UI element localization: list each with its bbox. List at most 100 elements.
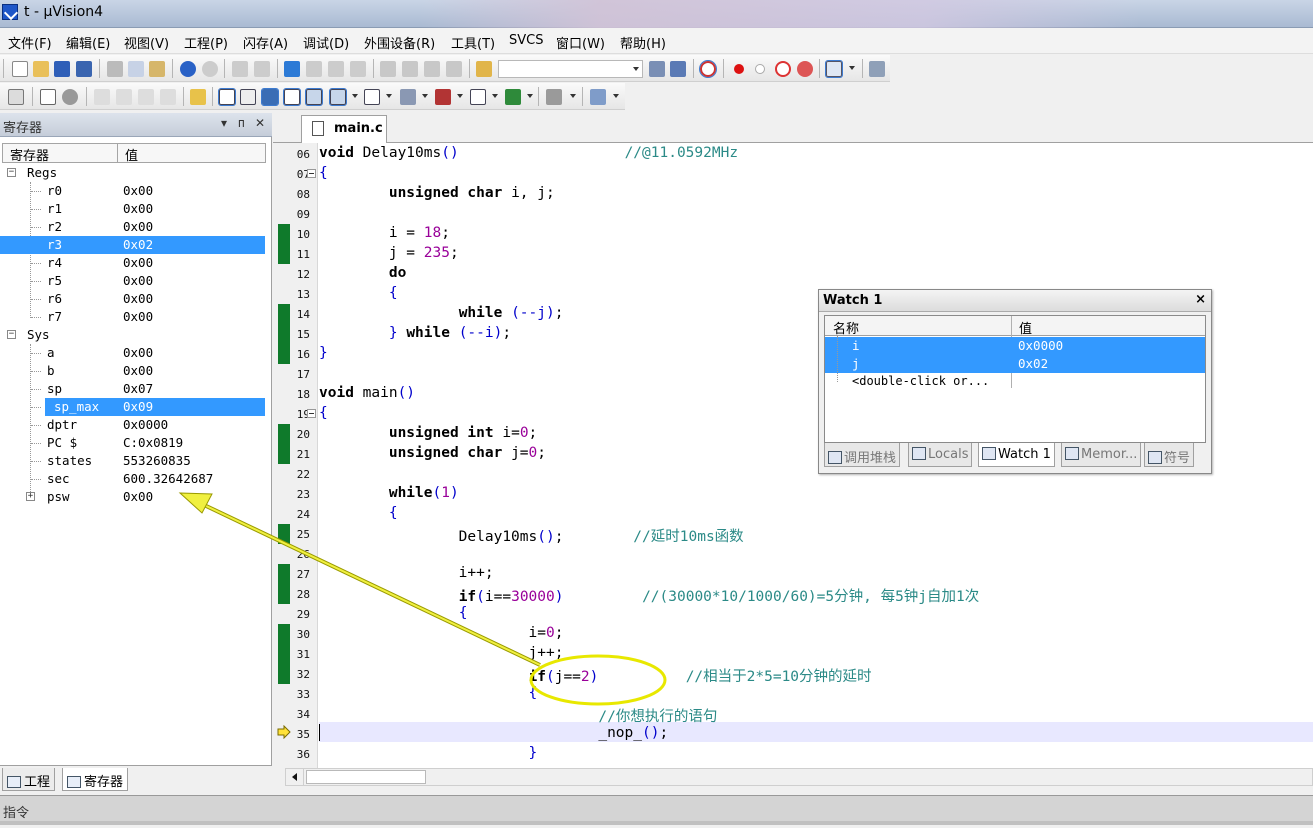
- tab-memory[interactable]: Memor...: [1061, 443, 1142, 467]
- register-value[interactable]: 0x00: [123, 273, 153, 288]
- run-icon[interactable]: [40, 89, 56, 105]
- navigate-back-icon[interactable]: [232, 61, 248, 77]
- code-line[interactable]: {: [319, 284, 398, 304]
- register-value[interactable]: 0x00: [123, 345, 153, 360]
- register-value[interactable]: 0x00: [123, 489, 153, 504]
- copy-icon[interactable]: [128, 61, 144, 77]
- bookmark-icon[interactable]: [284, 61, 300, 77]
- show-next-statement-icon[interactable]: [190, 89, 206, 105]
- watch-row-j[interactable]: j 0x02: [825, 355, 1205, 373]
- disassembly-window-icon[interactable]: [240, 89, 256, 105]
- code-line[interactable]: void main(): [319, 384, 415, 404]
- code-line[interactable]: do: [319, 264, 406, 284]
- line-number[interactable]: 06: [276, 144, 310, 164]
- code-line[interactable]: i=0;: [319, 624, 564, 644]
- code-line[interactable]: {: [319, 164, 328, 184]
- open-folder-icon[interactable]: [33, 61, 49, 77]
- indent-icon[interactable]: [380, 61, 396, 77]
- watch-col-value[interactable]: 值: [1019, 318, 1032, 337]
- incremental-find-icon[interactable]: [670, 61, 686, 77]
- fold-toggle-icon[interactable]: [307, 169, 316, 178]
- tab-locals[interactable]: Locals: [908, 443, 973, 467]
- disable-breakpoints-icon[interactable]: [775, 61, 791, 77]
- register-value[interactable]: 0x00: [123, 201, 153, 216]
- watch-row-i[interactable]: i 0x0000: [825, 337, 1205, 355]
- register-row-a[interactable]: a 0x00: [0, 344, 265, 362]
- register-row-r5[interactable]: r5 0x00: [0, 272, 265, 290]
- code-line[interactable]: void Delay10ms() //@11.0592MHz: [319, 144, 738, 164]
- tab-registers[interactable]: 寄存器: [62, 768, 129, 791]
- watch-window-header[interactable]: Watch 1 ×: [819, 290, 1211, 312]
- line-number[interactable]: 36: [276, 744, 310, 764]
- register-row-r3[interactable]: r3 0x02: [0, 236, 265, 254]
- undo-icon[interactable]: [180, 61, 196, 77]
- symbols-window-icon[interactable]: [261, 88, 279, 106]
- uncomment-icon[interactable]: [446, 61, 462, 77]
- code-line[interactable]: if(j==2) //相当于2*5=10分钟的延时: [319, 664, 872, 685]
- register-row-r0[interactable]: r0 0x00: [0, 182, 265, 200]
- code-line[interactable]: if(i==30000) //(30000*10/1000/60)=5分钟, 每…: [319, 584, 980, 605]
- code-line[interactable]: while (--j);: [319, 304, 564, 324]
- next-bookmark-icon[interactable]: [328, 61, 344, 77]
- line-number[interactable]: 34: [276, 704, 310, 724]
- watch-row-value[interactable]: 0x0000: [1018, 338, 1063, 353]
- register-value[interactable]: 0x00: [123, 291, 153, 306]
- code-line[interactable]: }: [319, 344, 328, 364]
- watch-row-value[interactable]: 0x02: [1018, 356, 1048, 371]
- search-combo[interactable]: [498, 60, 643, 78]
- col-value[interactable]: 值: [125, 145, 138, 164]
- line-number[interactable]: 33: [276, 684, 310, 704]
- code-line[interactable]: unsigned char i, j;: [319, 184, 555, 204]
- menu-edit[interactable]: 编辑(E): [66, 33, 110, 52]
- code-line[interactable]: {: [319, 404, 328, 424]
- debug-restore-views-icon[interactable]: [590, 89, 606, 105]
- menu-project[interactable]: 工程(P): [184, 33, 228, 52]
- scroll-thumb[interactable]: [306, 770, 426, 784]
- menu-peripherals[interactable]: 外围设备(R): [364, 33, 435, 52]
- code-line[interactable]: i++;: [319, 564, 494, 584]
- code-line[interactable]: _nop_();: [319, 724, 668, 744]
- register-row-r4[interactable]: r4 0x00: [0, 254, 265, 272]
- panel-pin-icon[interactable]: ᴨ: [238, 116, 245, 130]
- menu-debug[interactable]: 调试(D): [303, 33, 349, 52]
- tab-symbols[interactable]: 符号: [1144, 443, 1195, 467]
- command-window[interactable]: 指令: [0, 795, 1313, 825]
- code-line[interactable]: }: [319, 744, 538, 764]
- trace-windows-icon[interactable]: [470, 89, 486, 105]
- line-number[interactable]: 22: [276, 464, 310, 484]
- tree-group-sys[interactable]: Sys: [0, 326, 265, 344]
- code-line[interactable]: {: [319, 684, 538, 704]
- navigate-forward-icon[interactable]: [254, 61, 270, 77]
- memory-windows-icon[interactable]: [364, 89, 380, 105]
- command-window-icon[interactable]: [218, 88, 236, 106]
- code-line[interactable]: j++;: [319, 644, 564, 664]
- kill-breakpoints-icon[interactable]: [797, 61, 813, 77]
- register-row-b[interactable]: b 0x00: [0, 362, 265, 380]
- panel-close-icon[interactable]: ✕: [255, 116, 265, 130]
- configure-icon[interactable]: [869, 61, 885, 77]
- enable-breakpoint-icon[interactable]: [755, 64, 765, 74]
- register-value[interactable]: 0x02: [123, 237, 153, 252]
- prev-bookmark-icon[interactable]: [306, 61, 322, 77]
- line-number[interactable]: 08: [276, 184, 310, 204]
- menu-svcs[interactable]: SVCS: [509, 33, 543, 48]
- tab-call-stack[interactable]: 调用堆栈: [824, 443, 901, 467]
- line-number[interactable]: 18: [276, 384, 310, 404]
- run-to-cursor-icon[interactable]: [160, 89, 176, 105]
- register-row-sp[interactable]: sp 0x07: [0, 380, 265, 398]
- line-number[interactable]: 29: [276, 604, 310, 624]
- unindent-icon[interactable]: [402, 61, 418, 77]
- scroll-left-icon[interactable]: [286, 769, 304, 785]
- clear-bookmarks-icon[interactable]: [350, 61, 366, 77]
- register-row-dptr[interactable]: dptr 0x0000: [0, 416, 265, 434]
- register-value[interactable]: 553260835: [123, 453, 191, 468]
- register-row-sec[interactable]: sec 600.32642687: [0, 470, 265, 488]
- watch-windows-icon[interactable]: [329, 88, 347, 106]
- register-row-r1[interactable]: r1 0x00: [0, 200, 265, 218]
- find-icon[interactable]: [649, 61, 665, 77]
- line-number[interactable]: 12: [276, 264, 310, 284]
- register-value[interactable]: 0x07: [123, 381, 153, 396]
- system-viewer-icon[interactable]: [505, 89, 521, 105]
- redo-icon[interactable]: [202, 61, 218, 77]
- register-value[interactable]: 0x00: [123, 219, 153, 234]
